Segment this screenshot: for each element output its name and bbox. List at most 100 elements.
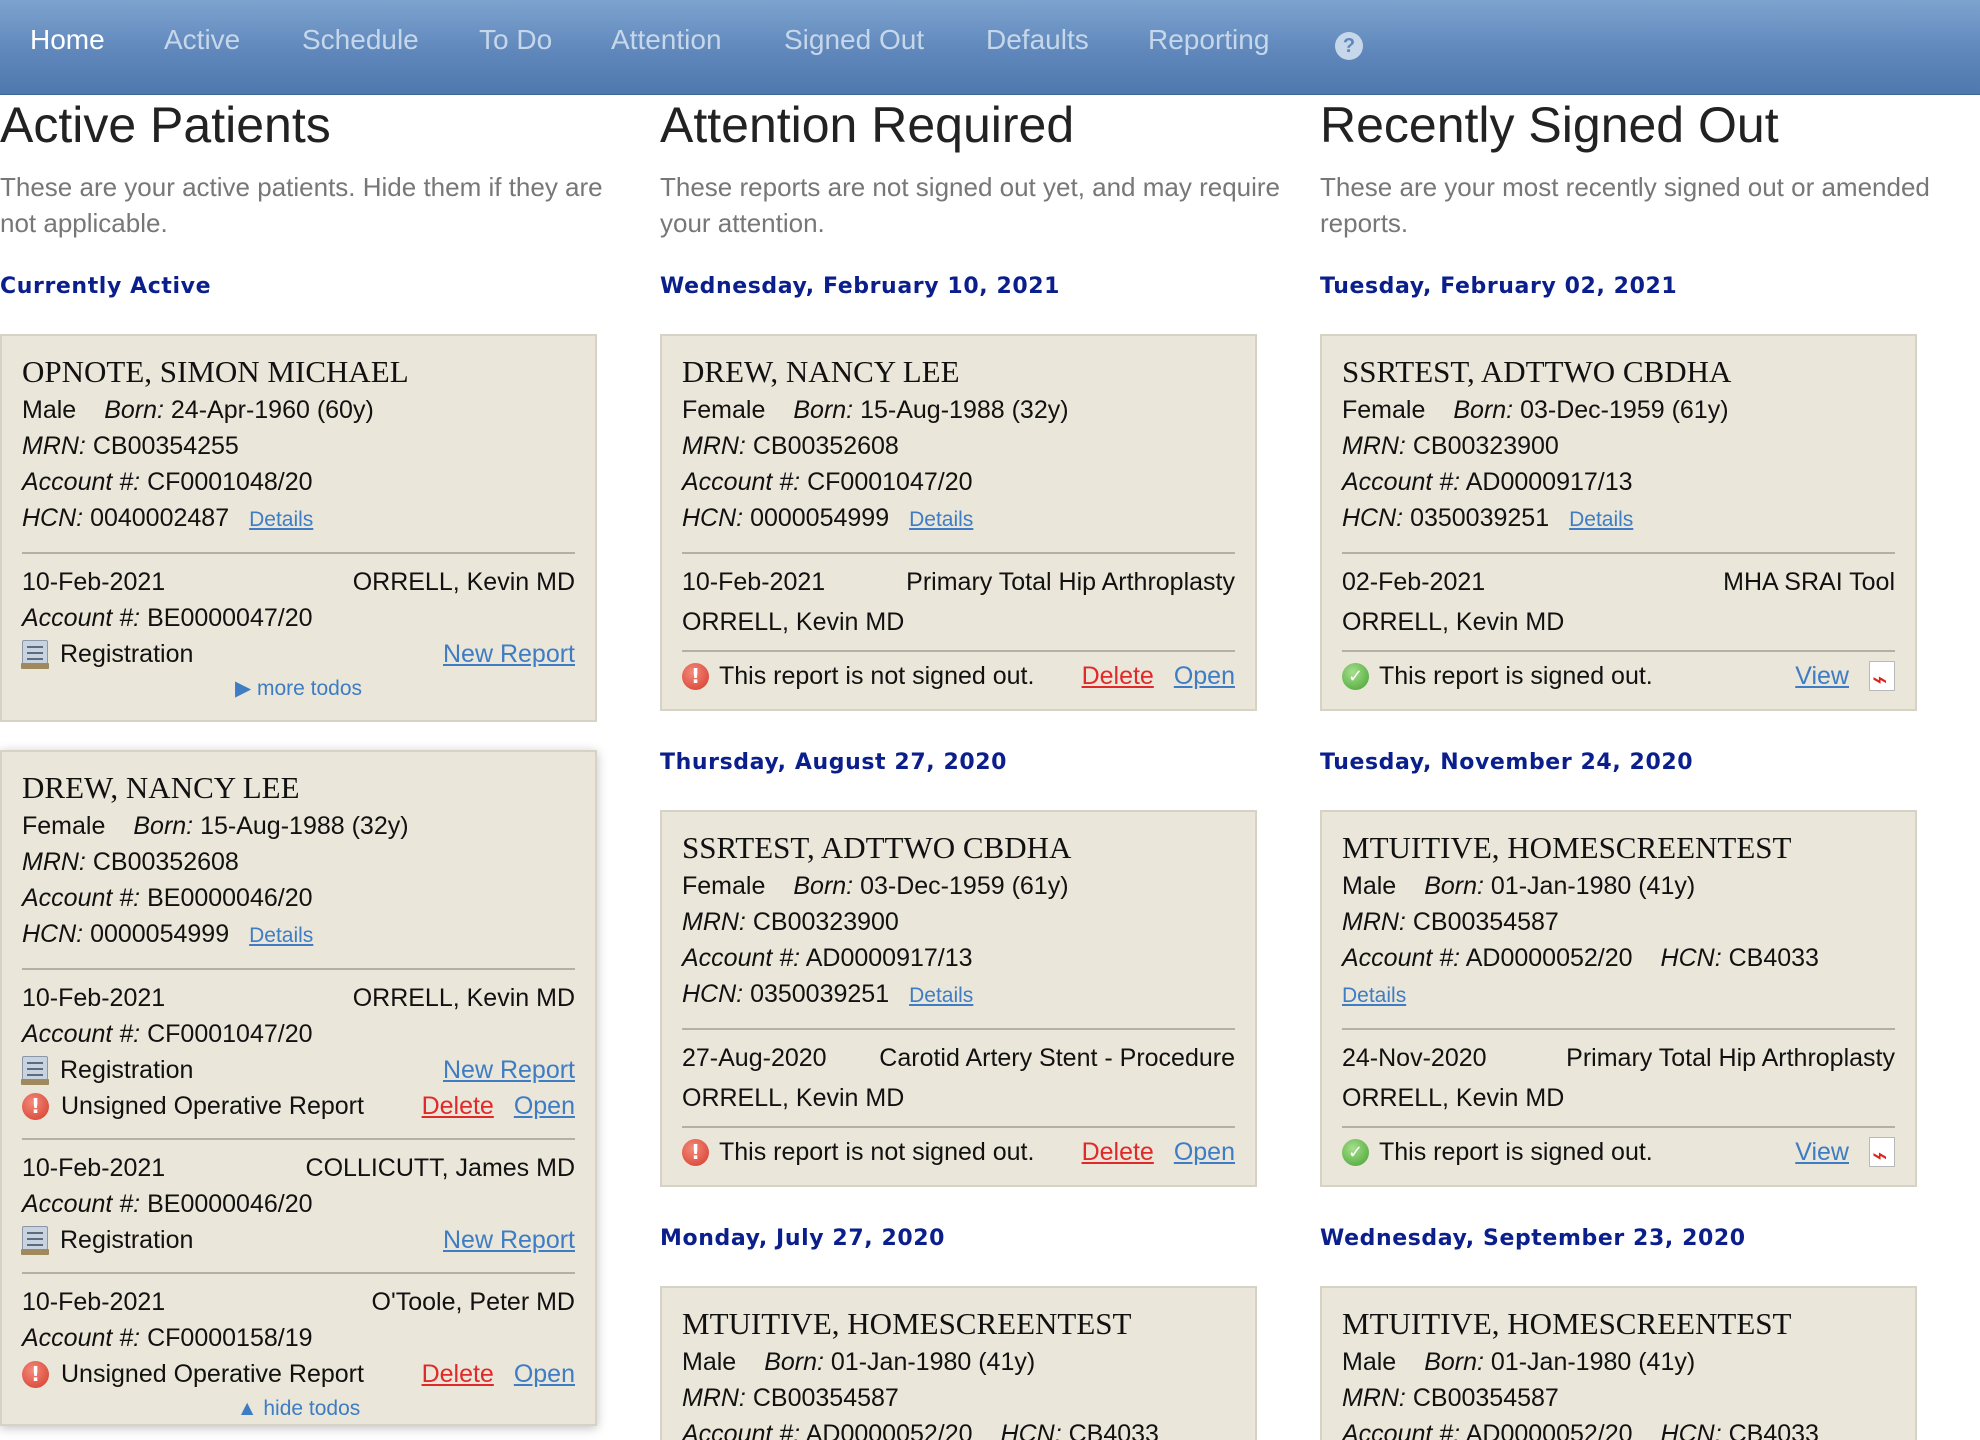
report-status: This report is signed out. xyxy=(1379,662,1653,690)
report-doctor: ORRELL, Kevin MD xyxy=(682,1084,905,1112)
divider xyxy=(22,552,575,554)
hide-todos-toggle[interactable]: ▲ hide todos xyxy=(22,1392,575,1432)
divider xyxy=(1342,650,1895,652)
details-link[interactable]: Details xyxy=(1569,508,1633,531)
recently-signed-out-column: Recently Signed Out These are your most … xyxy=(1320,95,1960,241)
attention-required-title: Attention Required xyxy=(660,97,1075,153)
open-link[interactable]: Open xyxy=(514,1356,575,1392)
visit-date: 10-Feb-2021 xyxy=(22,568,166,596)
procedure-name: Primary Total Hip Arthroplasty xyxy=(906,568,1235,596)
attention-required-column: Attention Required These reports are not… xyxy=(660,95,1300,241)
todo-label: Registration xyxy=(60,640,194,668)
report-status: This report is not signed out. xyxy=(719,662,1035,690)
new-report-link[interactable]: New Report xyxy=(443,1052,575,1088)
divider xyxy=(22,1138,575,1140)
active-patients-description: These are your active patients. Hide the… xyxy=(0,172,603,238)
details-link[interactable]: Details xyxy=(909,508,973,531)
patient-mrn: CB00354255 xyxy=(92,432,239,460)
patient-name: OPNOTE, SIMON MICHAEL xyxy=(22,354,409,389)
report-status: This report is not signed out. xyxy=(719,1138,1035,1166)
report-card: DREW, NANCY LEE Female Born: 15-Aug-1988 … xyxy=(660,334,1257,711)
date-heading: Tuesday, February 02, 2021 xyxy=(1320,274,1678,299)
procedure-name: Primary Total Hip Arthroplasty xyxy=(1566,1044,1895,1072)
date-heading: Wednesday, September 23, 2020 xyxy=(1320,1226,1746,1251)
divider xyxy=(682,650,1235,652)
details-link[interactable]: Details xyxy=(909,984,973,1007)
report-doctor: ORRELL, Kevin MD xyxy=(682,608,905,636)
patient-name: DREW, NANCY LEE xyxy=(682,354,960,389)
divider xyxy=(22,1272,575,1274)
report-card: SSRTEST, ADTTWO CBDHA Female Born: 03-Dec… xyxy=(660,810,1257,1187)
warning-icon: ! xyxy=(22,1092,49,1120)
details-link[interactable]: Details xyxy=(1342,984,1406,1007)
patient-name: SSRTEST, ADTTWO CBDHA xyxy=(682,830,1072,865)
patient-born: 24-Apr-1960 (60y) xyxy=(170,396,374,424)
nav-active[interactable]: Active xyxy=(164,24,240,56)
report-status: This report is signed out. xyxy=(1379,1138,1653,1166)
nav-signed-out[interactable]: Signed Out xyxy=(784,24,924,56)
patient-name: SSRTEST, ADTTWO CBDHA xyxy=(1342,354,1732,389)
view-link[interactable]: View xyxy=(1795,656,1849,696)
date-heading: Thursday, August 27, 2020 xyxy=(660,750,1008,775)
new-report-link[interactable]: New Report xyxy=(443,1222,575,1258)
date-heading: Wednesday, February 10, 2021 xyxy=(660,274,1061,299)
checkmark-icon: ✓ xyxy=(1342,662,1369,690)
warning-icon: ! xyxy=(682,1138,709,1166)
nav-todo[interactable]: To Do xyxy=(479,24,552,56)
warning-icon: ! xyxy=(682,662,709,690)
attention-required-description: These reports are not signed out yet, an… xyxy=(660,172,1281,238)
pdf-icon[interactable] xyxy=(1869,660,1895,700)
help-icon[interactable]: ? xyxy=(1335,32,1363,60)
active-patients-title: Active Patients xyxy=(0,97,331,153)
view-link[interactable]: View xyxy=(1795,1132,1849,1172)
open-link[interactable]: Open xyxy=(1174,1132,1235,1172)
pdf-icon[interactable] xyxy=(1869,1136,1895,1176)
delete-link[interactable]: Delete xyxy=(1082,656,1154,696)
registration-icon xyxy=(21,1056,49,1085)
delete-link[interactable]: Delete xyxy=(422,1356,494,1392)
procedure-name: MHA SRAI Tool xyxy=(1723,568,1895,596)
currently-active-label: Currently Active xyxy=(0,274,212,299)
divider xyxy=(1342,1126,1895,1128)
patient-name: MTUITIVE, HOMESCREENTEST xyxy=(1342,1306,1792,1341)
report-card: MTUITIVE, HOMESCREENTEST Male Born: 01-Ja… xyxy=(660,1286,1257,1440)
delete-link[interactable]: Delete xyxy=(422,1088,494,1124)
report-card: MTUITIVE, HOMESCREENTEST Male Born: 01-Ja… xyxy=(1320,1286,1917,1440)
more-todos-toggle[interactable]: ▶ more todos xyxy=(22,672,575,712)
details-link[interactable]: Details xyxy=(249,924,313,947)
details-link[interactable]: Details xyxy=(249,508,313,531)
visit-doctor: ORRELL, Kevin MD xyxy=(352,568,575,596)
active-patients-column: Active Patients These are your active pa… xyxy=(0,95,640,241)
nav-schedule[interactable]: Schedule xyxy=(302,24,419,56)
patient-name: DREW, NANCY LEE xyxy=(22,770,300,805)
divider xyxy=(682,1126,1235,1128)
recently-signed-out-title: Recently Signed Out xyxy=(1320,97,1779,153)
active-patient-card: OPNOTE, SIMON MICHAEL Male Born: 24-Apr-1… xyxy=(0,334,597,722)
registration-icon xyxy=(21,1226,49,1255)
registration-icon xyxy=(21,640,49,669)
top-nav-bar: Home Active Schedule To Do Attention Sig… xyxy=(0,0,1980,95)
visit-account: BE0000047/20 xyxy=(147,604,313,632)
delete-link[interactable]: Delete xyxy=(1082,1132,1154,1172)
report-doctor: ORRELL, Kevin MD xyxy=(1342,1084,1565,1112)
nav-defaults[interactable]: Defaults xyxy=(986,24,1089,56)
open-link[interactable]: Open xyxy=(1174,656,1235,696)
nav-home[interactable]: Home xyxy=(30,24,105,56)
active-patient-card: DREW, NANCY LEE Female Born: 15-Aug-1988 … xyxy=(0,750,597,1426)
nav-reporting[interactable]: Reporting xyxy=(1148,24,1269,56)
report-card: MTUITIVE, HOMESCREENTEST Male Born: 01-Ja… xyxy=(1320,810,1917,1187)
date-heading: Tuesday, November 24, 2020 xyxy=(1320,750,1694,775)
divider xyxy=(22,968,575,970)
patient-account: CF0001048/20 xyxy=(147,468,313,496)
new-report-link[interactable]: New Report xyxy=(443,636,575,672)
report-doctor: ORRELL, Kevin MD xyxy=(1342,608,1565,636)
divider xyxy=(1342,552,1895,554)
checkmark-icon: ✓ xyxy=(1342,1138,1369,1166)
patient-name: MTUITIVE, HOMESCREENTEST xyxy=(1342,830,1792,865)
patient-hcn: 0040002487 xyxy=(90,504,230,532)
nav-attention[interactable]: Attention xyxy=(611,24,722,56)
date-heading: Monday, July 27, 2020 xyxy=(660,1226,946,1251)
divider xyxy=(682,552,1235,554)
warning-icon: ! xyxy=(22,1360,49,1388)
open-link[interactable]: Open xyxy=(514,1088,575,1124)
